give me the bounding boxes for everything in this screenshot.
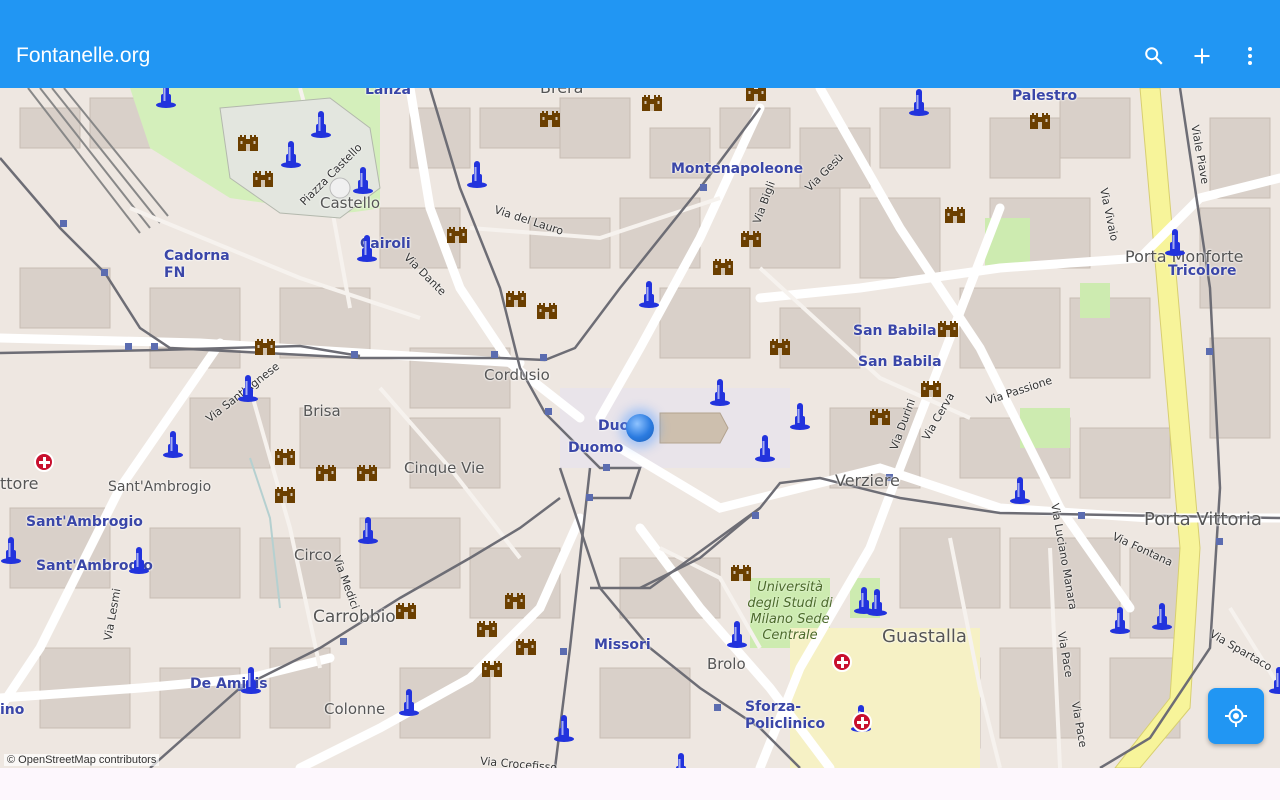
my-location-icon [1225, 705, 1247, 727]
fountain-marker-icon[interactable] [237, 374, 259, 402]
hospital-icon[interactable] [34, 452, 54, 472]
castle-icon[interactable] [712, 256, 734, 276]
fountain-marker-icon[interactable] [1009, 476, 1031, 504]
fountain-marker-icon[interactable] [1164, 228, 1186, 256]
castle-icon[interactable] [944, 204, 966, 224]
add-icon [1194, 48, 1210, 64]
app-root: Fontanelle.org Castello Cordusio Brisa C… [0, 0, 1280, 800]
fountain-marker-icon[interactable] [866, 588, 888, 616]
more-vert-icon [1248, 47, 1252, 65]
fountain-marker-icon[interactable] [709, 378, 731, 406]
fountain-marker-icon[interactable] [726, 620, 748, 648]
fountain-marker-icon[interactable] [240, 666, 262, 694]
fountain-marker-icon[interactable] [1151, 602, 1173, 630]
bottom-strip [0, 768, 1280, 800]
hospital-icon[interactable] [832, 652, 852, 672]
fountain-marker-icon[interactable] [280, 140, 302, 168]
castle-icon[interactable] [769, 336, 791, 356]
app-bar: Fontanelle.org [0, 0, 1280, 88]
fountain-marker-icon[interactable] [155, 88, 177, 108]
castle-icon[interactable] [740, 228, 762, 248]
fountain-marker-icon[interactable] [356, 234, 378, 262]
fountain-marker-icon[interactable] [357, 516, 379, 544]
fountain-marker-icon[interactable] [638, 280, 660, 308]
castle-icon[interactable] [505, 288, 527, 308]
app-bar-actions [1130, 36, 1274, 76]
castle-icon[interactable] [536, 300, 558, 320]
castle-icon[interactable] [641, 92, 663, 112]
castle-icon[interactable] [920, 378, 942, 398]
current-location-dot [626, 414, 654, 442]
castle-icon[interactable] [481, 658, 503, 678]
search-button[interactable] [1130, 36, 1178, 76]
castle-icon[interactable] [446, 224, 468, 244]
fountain-marker-icon[interactable] [553, 714, 575, 742]
fountain-marker-icon[interactable] [310, 110, 332, 138]
castle-icon[interactable] [730, 562, 752, 582]
fountain-marker-icon[interactable] [1109, 606, 1131, 634]
fountain-marker-icon[interactable] [789, 402, 811, 430]
fountain-marker-icon[interactable] [352, 166, 374, 194]
search-icon [1145, 47, 1163, 65]
map-attribution[interactable]: © OpenStreetMap contributors [4, 754, 160, 766]
app-title: Fontanelle.org [16, 44, 151, 67]
fountain-marker-icon[interactable] [398, 688, 420, 716]
fountain-marker-icon[interactable] [0, 536, 22, 564]
hospital-icon[interactable] [852, 712, 872, 732]
fountain-marker-icon[interactable] [908, 88, 930, 116]
castle-icon[interactable] [252, 168, 274, 188]
castle-icon[interactable] [274, 484, 296, 504]
castle-icon[interactable] [476, 618, 498, 638]
castle-icon[interactable] [937, 318, 959, 338]
my-location-button[interactable] [1208, 688, 1264, 744]
fountain-marker-icon[interactable] [754, 434, 776, 462]
add-button[interactable] [1178, 36, 1226, 76]
castle-icon[interactable] [315, 462, 337, 482]
castle-icon[interactable] [356, 462, 378, 482]
map-view[interactable]: Castello Cordusio Brisa Cinque Vie Sant'… [0, 88, 1280, 768]
castle-icon[interactable] [1029, 110, 1051, 130]
fountain-marker-icon[interactable] [670, 752, 692, 768]
fountain-marker-icon[interactable] [162, 430, 184, 458]
castle-icon[interactable] [515, 636, 537, 656]
castle-icon[interactable] [254, 336, 276, 356]
castle-icon[interactable] [745, 88, 767, 102]
castle-icon[interactable] [395, 600, 417, 620]
castle-icon[interactable] [274, 446, 296, 466]
overflow-menu-button[interactable] [1226, 36, 1274, 76]
fountain-marker-icon[interactable] [128, 546, 150, 574]
castle-icon[interactable] [504, 590, 526, 610]
fountain-marker-icon[interactable] [466, 160, 488, 188]
fountain-marker-icon[interactable] [1268, 666, 1280, 694]
castle-icon[interactable] [539, 108, 561, 128]
castle-icon[interactable] [869, 406, 891, 426]
castle-icon[interactable] [237, 132, 259, 152]
